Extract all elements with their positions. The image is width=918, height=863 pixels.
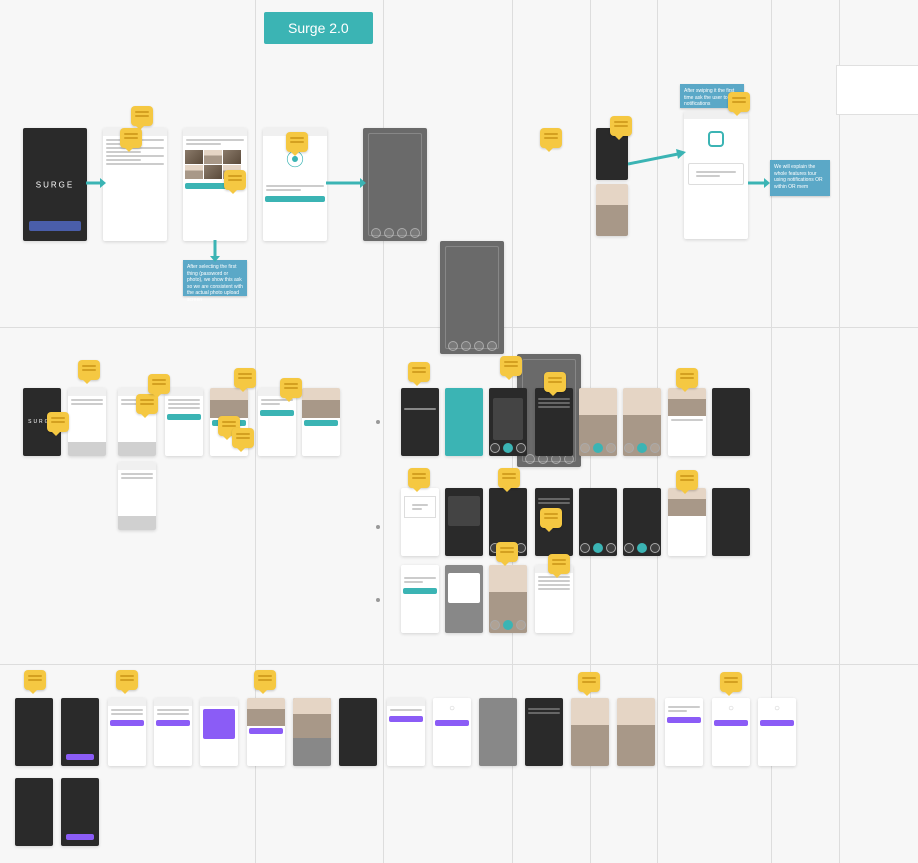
- screen-r2d-2[interactable]: [445, 565, 483, 633]
- comment-icon[interactable]: [116, 670, 138, 690]
- comment-icon[interactable]: [720, 672, 742, 692]
- screen-zoe-12[interactable]: [525, 698, 563, 766]
- screen-r2d-3[interactable]: [489, 565, 527, 633]
- screen-zoe-16[interactable]: ○: [712, 698, 750, 766]
- comment-icon[interactable]: [408, 468, 430, 488]
- screen-mini-2[interactable]: [596, 184, 628, 236]
- screen-notification[interactable]: [684, 111, 748, 239]
- comment-icon[interactable]: [728, 92, 750, 112]
- screen-zoe-14[interactable]: [617, 698, 655, 766]
- screen-r2c-6[interactable]: [623, 488, 661, 556]
- comment-icon[interactable]: [548, 554, 570, 574]
- screen-zoe-3[interactable]: [108, 698, 146, 766]
- screen-sketch-1[interactable]: [363, 128, 427, 241]
- comment-icon[interactable]: [540, 508, 562, 528]
- screen-r2b-2[interactable]: [445, 388, 483, 456]
- screen-zoe-b2[interactable]: [61, 778, 99, 846]
- comment-icon[interactable]: [676, 368, 698, 388]
- comment-icon[interactable]: [234, 368, 256, 388]
- comment-icon[interactable]: [286, 132, 308, 152]
- screen-r2-4[interactable]: [165, 388, 203, 456]
- screen-r2c-5[interactable]: [579, 488, 617, 556]
- screen-zoe-6[interactable]: [247, 698, 285, 766]
- comment-icon[interactable]: [500, 356, 522, 376]
- bullet-icon: [376, 598, 380, 602]
- screen-zoe-13[interactable]: [571, 698, 609, 766]
- comment-icon[interactable]: [232, 428, 254, 448]
- comment-icon[interactable]: [540, 128, 562, 148]
- screen-splash[interactable]: SURGE: [23, 128, 87, 241]
- bullet-icon: [376, 525, 380, 529]
- comment-icon[interactable]: [78, 360, 100, 380]
- screen-zoe-2[interactable]: [61, 698, 99, 766]
- screen-r2b-3[interactable]: [489, 388, 527, 456]
- comment-icon[interactable]: [254, 670, 276, 690]
- comment-icon[interactable]: [24, 670, 46, 690]
- screen-zoe-11[interactable]: [479, 698, 517, 766]
- screen-zoe-4[interactable]: [154, 698, 192, 766]
- screen-zoe-15[interactable]: [665, 698, 703, 766]
- comment-icon[interactable]: [496, 542, 518, 562]
- comment-icon[interactable]: [498, 468, 520, 488]
- design-canvas[interactable]: Surge 2.0 SURGE ⦿ After selecting the fi…: [0, 0, 918, 863]
- screen-stack: [596, 128, 628, 236]
- screen-zoe-9[interactable]: [387, 698, 425, 766]
- screen-r2b-8[interactable]: [712, 388, 750, 456]
- surge-logo: SURGE: [36, 180, 74, 189]
- screen-r2d-1[interactable]: [401, 565, 439, 633]
- screen-zoe-10[interactable]: ○: [433, 698, 471, 766]
- comment-icon[interactable]: [408, 362, 430, 382]
- comment-icon[interactable]: [148, 374, 170, 394]
- comment-icon[interactable]: [120, 128, 142, 148]
- project-title: Surge 2.0: [264, 12, 373, 44]
- comment-icon[interactable]: [610, 116, 632, 136]
- screen-zoe-8[interactable]: [339, 698, 377, 766]
- toggle-icon: [708, 131, 724, 147]
- screen-r2b-5[interactable]: [579, 388, 617, 456]
- screen-r2b-7[interactable]: [668, 388, 706, 456]
- sticky-note-3[interactable]: We will explain the whole features tour …: [770, 160, 830, 196]
- comment-icon[interactable]: [676, 470, 698, 490]
- grid-line: [839, 0, 840, 863]
- screen-r2-2[interactable]: [68, 388, 106, 456]
- screen-r2-7[interactable]: [302, 388, 340, 456]
- side-panel[interactable]: [836, 65, 918, 115]
- screen-zoe-5[interactable]: [200, 698, 238, 766]
- screen-zoe-7[interactable]: [293, 698, 331, 766]
- screen-r2-8[interactable]: [118, 462, 156, 530]
- screen-sketch-2[interactable]: [440, 241, 504, 354]
- comment-icon[interactable]: [280, 378, 302, 398]
- comment-icon[interactable]: [131, 106, 153, 126]
- screen-zoe-17[interactable]: ○: [758, 698, 796, 766]
- screen-r2b-6[interactable]: [623, 388, 661, 456]
- comment-icon[interactable]: [47, 412, 69, 432]
- comment-icon[interactable]: [544, 372, 566, 392]
- screen-r2b-1[interactable]: [401, 388, 439, 456]
- screen-zoe-b1[interactable]: [15, 778, 53, 846]
- comment-icon[interactable]: [578, 672, 600, 692]
- sticky-note-1[interactable]: After selecting the first thing (passwor…: [183, 260, 247, 296]
- grid-line: [0, 664, 918, 665]
- login-button: [29, 221, 81, 231]
- bullet-icon: [376, 420, 380, 424]
- screen-r2c-7[interactable]: [668, 488, 706, 556]
- screen-r2c-2[interactable]: [445, 488, 483, 556]
- screen-r2c-1[interactable]: [401, 488, 439, 556]
- screen-r2b-4[interactable]: [535, 388, 573, 456]
- screen-r2c-8[interactable]: [712, 488, 750, 556]
- screen-zoe-1[interactable]: [15, 698, 53, 766]
- comment-icon[interactable]: [224, 170, 246, 190]
